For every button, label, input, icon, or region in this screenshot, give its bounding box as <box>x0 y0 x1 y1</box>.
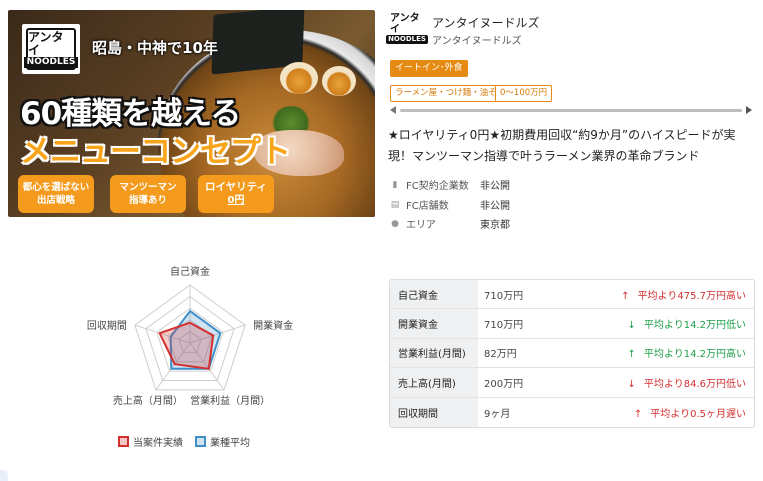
hero-badge: 都心を選ばない 出店戦略 <box>18 175 94 213</box>
compare-text: 平均より84.6万円低い <box>643 378 746 390</box>
row-value: 710万円 <box>484 320 524 332</box>
table-row: 自己資金 710万円 ↑ 平均より475.7万円高い <box>390 280 754 310</box>
hero-badge: マンツーマン 指導あり <box>110 175 186 213</box>
meta-label: FC契約企業数 <box>406 181 469 192</box>
trend-arrow-icon: ↓ <box>627 320 636 332</box>
hero-image: アンタイ NOODLES 昭島・中神で10年 60種類を越える メニューコンセプ… <box>8 10 375 217</box>
row-value: 200万円 <box>484 378 524 390</box>
egg-image <box>322 66 356 96</box>
category-tag[interactable]: イートイン･外食 <box>390 60 468 77</box>
hero-headline-2: メニューコンセプト <box>20 134 291 170</box>
row-label: 自己資金 <box>390 280 478 309</box>
hero-badge: ロイヤリティ 0円 <box>198 175 274 213</box>
trend-arrow-icon: ↓ <box>627 378 636 390</box>
legend-label: 当案件実績 <box>133 438 183 449</box>
row-compare: ↑ 平均より475.7万円高い <box>588 287 754 302</box>
row-label: 営業利益(月間) <box>390 338 478 368</box>
compare-text: 平均より14.2万円低い <box>643 320 746 332</box>
meta-label: エリア <box>406 220 436 231</box>
chart-legend: 当案件実績 業種平均 <box>118 434 250 449</box>
row-compare: ↓ 平均より14.2万円低い <box>588 316 754 331</box>
hero-logo-top: アンタイ <box>28 29 64 57</box>
row-compare: ↓ 平均より84.6万円低い <box>588 375 754 390</box>
building-icon: ▮ <box>392 179 398 190</box>
egg-image <box>280 62 318 94</box>
hero-badge-line1: ロイヤリティ <box>204 181 268 193</box>
hero-badge-line1: 都心を選ばない <box>22 182 90 193</box>
table-row: 回収期間 9ヶ月 ↑ 平均より0.5ヶ月遅い <box>390 397 754 427</box>
meta-contracts: ▮ FC契約企業数 非公開 <box>390 177 510 193</box>
row-value: 82万円 <box>484 349 517 361</box>
hero-tagline: 昭島・中神で10年 <box>92 39 218 57</box>
table-row: 売上高(月間) 200万円 ↓ 平均より84.6万円低い <box>390 368 754 398</box>
radar-axis-label: 自己資金 <box>170 265 210 278</box>
brand-name[interactable]: アンタイヌードルズ <box>432 14 540 31</box>
radar-axis-label: 開業資金 <box>253 319 293 332</box>
store-icon: ▤ <box>390 199 400 210</box>
brand-logo[interactable]: アンタイ NOODLES <box>386 12 428 44</box>
row-value: 710万円 <box>484 290 524 302</box>
compare-text: 平均より14.2万円高い <box>643 349 746 361</box>
meta-area: ● エリア 東京都 <box>390 216 510 232</box>
budget-tag[interactable]: 0～100万円 <box>495 85 553 102</box>
hero-badge-line2: 出店戦略 <box>36 195 75 206</box>
trend-arrow-icon: ↑ <box>627 349 636 361</box>
radar-axis-label: 回収期間 <box>87 320 127 332</box>
compare-text: 平均より475.7万円高い <box>637 290 746 302</box>
table-row: 開業資金 710万円 ↓ 平均より14.2万円低い <box>390 309 754 339</box>
row-compare: ↑ 平均より0.5ヶ月遅い <box>588 405 754 420</box>
row-compare: ↑ 平均より14.2万円高い <box>588 345 754 360</box>
row-label: 回収期間 <box>390 397 478 427</box>
catchcopy: ★ロイヤリティ0円★初期費用回収“約9か月”のハイスピードが実現！マンツーマン指… <box>388 128 736 163</box>
row-label: 売上高(月間) <box>390 368 478 397</box>
table-row: 営業利益(月間) 82万円 ↑ 平均より14.2万円高い <box>390 338 754 369</box>
trend-arrow-icon: ↑ <box>633 408 643 420</box>
meta-stores: ▤ FC店舗数 非公開 <box>390 197 510 213</box>
radar-axis-label: 営業利益（月間） <box>190 394 270 407</box>
legend-swatch-red <box>118 436 129 447</box>
scroll-right-icon[interactable] <box>746 106 752 114</box>
radar-axis-label: 売上高（月間） <box>113 394 183 407</box>
brand-logo-top: アンタイ <box>390 12 420 35</box>
hero-logo-bottom: NOODLES <box>23 56 79 68</box>
meta-label: FC店舗数 <box>406 201 449 212</box>
radar-chart: 自己資金開業資金営業利益（月間） 売上高（月間） 回収期間 <box>87 265 293 407</box>
hero-badge-line2: 0円 <box>227 195 245 206</box>
hero-badge-line1: マンツーマン <box>119 182 177 193</box>
genre-tag[interactable]: ラーメン屋・つけ麺・油そば <box>390 85 511 102</box>
meta-value: 非公開 <box>480 181 510 192</box>
hero-badge-line2: 指導あり <box>128 195 167 206</box>
hero-logo: アンタイ NOODLES <box>22 24 80 74</box>
brand-logo-bottom: NOODLES <box>386 34 428 44</box>
scrollbar-thumb[interactable] <box>400 109 742 112</box>
row-value: 9ヶ月 <box>484 408 511 420</box>
comparison-table: 自己資金 710万円 ↑ 平均より475.7万円高い開業資金 710万円 ↓ 平均より14.… <box>389 279 755 428</box>
meta-value: 東京都 <box>480 220 510 231</box>
brand-subname: アンタイヌードルズ <box>432 36 522 47</box>
meta-value: 非公開 <box>480 201 510 212</box>
row-label: 開業資金 <box>390 309 478 338</box>
scroll-left-icon[interactable] <box>390 106 396 114</box>
legend-label: 業種平均 <box>210 438 250 449</box>
tag-scrollbar[interactable] <box>390 104 752 116</box>
corner-widget[interactable] <box>0 470 8 481</box>
legend-swatch-blue <box>195 436 206 447</box>
location-pin-icon: ● <box>391 218 399 229</box>
trend-arrow-icon: ↑ <box>621 290 630 302</box>
compare-text: 平均より0.5ヶ月遅い <box>650 408 746 420</box>
